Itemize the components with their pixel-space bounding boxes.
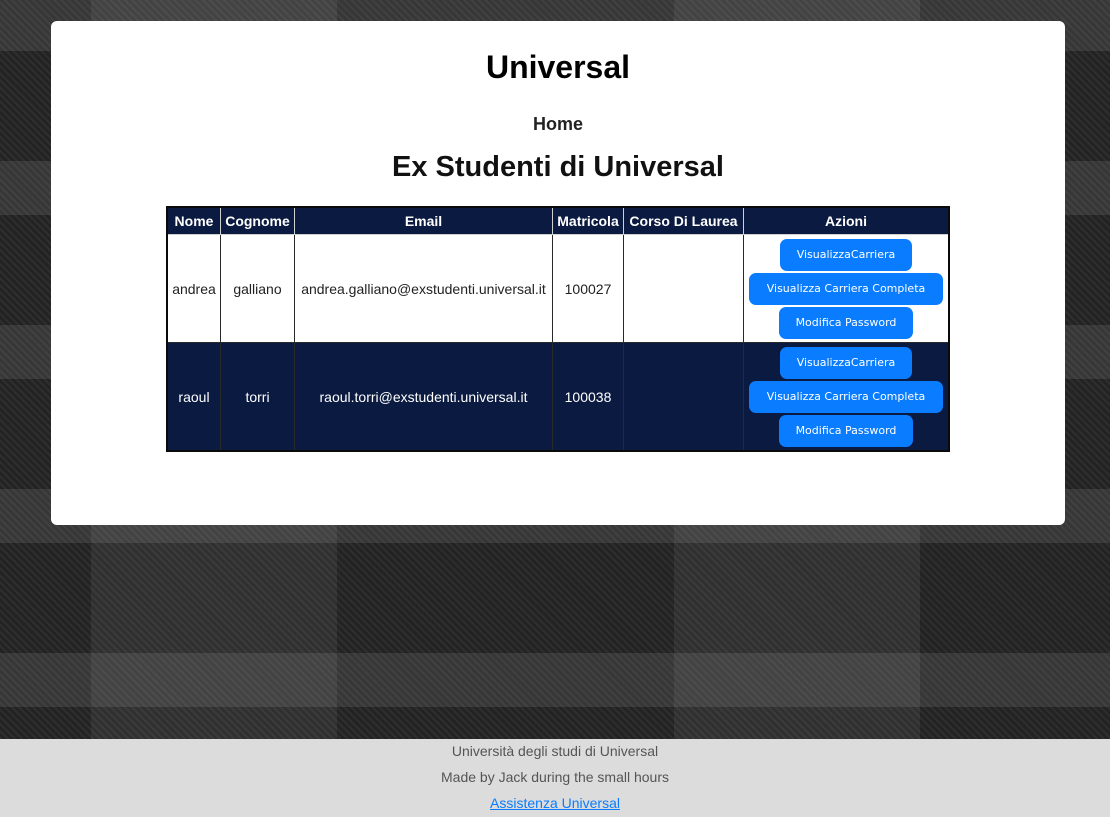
modifica-password-button[interactable]: Modifica Password [778,306,914,339]
cell-matricola: 100027 [552,234,624,343]
support-link[interactable]: Assistenza Universal [490,795,620,811]
header-nome: Nome [166,206,221,235]
site-title: Universal [485,49,631,85]
visualizza-carriera-completa-button[interactable]: Visualizza Carriera Completa [748,380,944,413]
cell-email: andrea.galliano@exstudenti.universal.it [294,234,553,343]
cell-matricola: 100038 [552,342,624,452]
cell-actions: VisualizzaCarriera Visualizza Carriera C… [743,234,950,343]
header-corso: Corso Di Laurea [623,206,744,235]
footer-credit: Made by Jack during the small hours [441,769,669,785]
header-cognome: Cognome [220,206,295,235]
page-title: Ex Studenti di Universal [392,151,724,183]
table-header-row: Nome Cognome Email Matricola Corso Di La… [166,206,950,235]
table-row: andrea galliano andrea.galliano@exstuden… [166,234,950,343]
cell-corso [623,342,744,452]
visualizza-carriera-button[interactable]: VisualizzaCarriera [779,238,913,271]
nav-home-link[interactable]: Home [533,114,583,134]
main-card: Universal Home Ex Studenti di Universal … [51,21,1065,525]
footer: Università degli studi di Universal Made… [0,739,1110,817]
cell-corso [623,234,744,343]
header-azioni: Azioni [743,206,950,235]
cell-nome: andrea [166,234,221,343]
footer-university: Università degli studi di Universal [451,743,659,759]
table-row: raoul torri raoul.torri@exstudenti.unive… [166,342,950,452]
cell-cognome: galliano [220,234,295,343]
nav: Home [51,114,1065,135]
visualizza-carriera-completa-button[interactable]: Visualizza Carriera Completa [748,272,944,305]
header-email: Email [294,206,553,235]
cell-nome: raoul [166,342,221,452]
cell-email: raoul.torri@exstudenti.universal.it [294,342,553,452]
header-matricola: Matricola [552,206,624,235]
visualizza-carriera-button[interactable]: VisualizzaCarriera [779,346,913,379]
cell-actions: VisualizzaCarriera Visualizza Carriera C… [743,342,950,452]
students-table: Nome Cognome Email Matricola Corso Di La… [166,206,950,452]
cell-cognome: torri [220,342,295,452]
modifica-password-button[interactable]: Modifica Password [778,414,914,447]
